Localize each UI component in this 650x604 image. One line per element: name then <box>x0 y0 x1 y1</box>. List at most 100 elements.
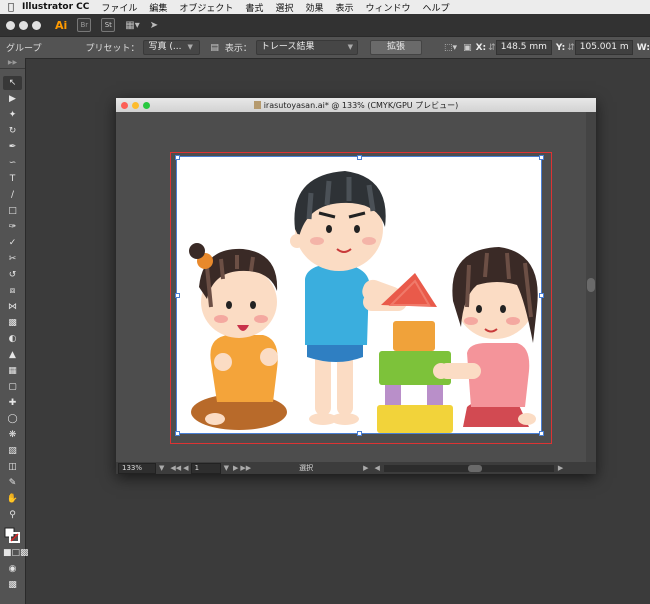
bridge-button[interactable]: Br <box>77 18 92 32</box>
zoom-field[interactable]: 133% <box>118 462 156 474</box>
panel-grip[interactable]: ▶▶ <box>0 58 25 69</box>
illustrator-logo: Ai <box>55 18 68 32</box>
preset-label: プリセット： <box>85 44 140 54</box>
selection-handle[interactable] <box>539 431 544 436</box>
screen-mode-icon[interactable]: ▩ <box>3 578 22 592</box>
y-stepper-icon[interactable]: ⇵ <box>567 43 575 53</box>
rectangle-tool-icon[interactable]: □ <box>3 204 22 218</box>
chevron-down-icon: ▼ <box>347 43 354 51</box>
menu-effect[interactable]: 効果 <box>305 1 323 14</box>
scroll-right-icon[interactable]: ▶ <box>558 464 563 472</box>
first-artboard-icon[interactable]: ◀◀ <box>170 464 181 472</box>
width-tool-icon[interactable]: ⋈ <box>3 300 22 314</box>
line-tool-icon[interactable]: ∕ <box>3 188 22 202</box>
lasso-tool-icon[interactable]: ↻ <box>3 124 22 138</box>
eyedropper-tool-icon[interactable]: ✚ <box>3 396 22 410</box>
shape-builder-tool-icon[interactable]: ◐ <box>3 332 22 346</box>
artboard-number-field[interactable]: 1 <box>190 462 221 474</box>
application-bar: Ai Br St ▦▾ ➤ <box>0 14 650 36</box>
selection-handle[interactable] <box>357 155 362 160</box>
reference-point-icon[interactable]: ▣ <box>463 43 472 53</box>
window-close-button[interactable] <box>6 20 15 30</box>
menu-window[interactable]: ウィンドウ <box>365 1 410 14</box>
direct-selection-tool-icon[interactable]: ▶ <box>3 92 22 106</box>
window-zoom-button[interactable] <box>32 20 41 30</box>
selection-handle[interactable] <box>175 431 180 436</box>
scrollbar-thumb[interactable] <box>467 464 482 472</box>
slice-tool-icon[interactable]: ✎ <box>3 476 22 490</box>
drawing-mode-icon[interactable]: ◉ <box>3 562 22 576</box>
y-field[interactable]: 105.001 m <box>574 40 633 55</box>
menu-view[interactable]: 表示 <box>335 1 353 14</box>
selection-handle[interactable] <box>357 431 362 436</box>
paintbrush-tool-icon[interactable]: ✑ <box>3 220 22 234</box>
menu-type[interactable]: 書式 <box>245 1 263 14</box>
blend-tool-icon[interactable]: ◯ <box>3 412 22 426</box>
type-tool-icon[interactable]: T <box>3 172 22 186</box>
control-bar: グループ プリセット： 写真 (... ▼ ▤ 表示： トレース結果 ▼ 拡張 ⬚▾… <box>0 36 650 59</box>
menu-file[interactable]: ファイル <box>101 1 137 14</box>
w-label: W: <box>636 42 650 53</box>
fill-stroke-swatch-icon[interactable] <box>3 526 22 543</box>
selection-handle[interactable] <box>539 155 544 160</box>
menu-edit[interactable]: 編集 <box>149 1 167 14</box>
next-artboard-icon[interactable]: ▶ <box>233 464 238 472</box>
children-playing-blocks-illustration[interactable] <box>177 157 541 433</box>
tools-panel: ▶▶ ↖ ▶ ✦ ↻ ✒ ∽ T ∕ □ ✑ ✓ ✂ ↺ ⧈ ⋈ ▩ ◐ ▲ ▦… <box>0 58 29 604</box>
pen-tool-icon[interactable]: ✒ <box>3 140 22 154</box>
scrollbar-thumb[interactable] <box>587 278 595 292</box>
chevron-down-icon: ▼ <box>187 43 193 51</box>
selection-handle[interactable] <box>539 293 544 298</box>
x-stepper-icon[interactable]: ⇵ <box>488 43 496 53</box>
window-minimize-button[interactable] <box>19 20 28 30</box>
preset-dropdown[interactable]: 写真 (... ▼ <box>143 40 201 55</box>
horizontal-scrollbar[interactable] <box>383 464 554 472</box>
perspective-grid-tool-icon[interactable]: ▲ <box>3 348 22 362</box>
free-transform-tool-icon[interactable]: ▩ <box>3 316 22 330</box>
align-to-selection-icon[interactable]: ⬚▾ <box>444 43 457 53</box>
gpu-performance-icon[interactable]: ➤ <box>150 20 158 31</box>
expand-button[interactable]: 拡張 <box>370 40 423 55</box>
artboard-tool-icon[interactable]: ◫ <box>3 460 22 474</box>
rotate-tool-icon[interactable]: ↺ <box>3 268 22 282</box>
apple-icon[interactable]:  <box>0 2 22 13</box>
arrange-documents-icon[interactable]: ▦▾ <box>125 20 139 31</box>
symbol-sprayer-tool-icon[interactable]: ❋ <box>3 428 22 442</box>
scale-tool-icon[interactable]: ⧈ <box>3 284 22 298</box>
eraser-tool-icon[interactable]: ✂ <box>3 252 22 266</box>
color-mode-icon[interactable]: ■□▩ <box>3 546 29 560</box>
blob-brush-tool-icon[interactable]: ✓ <box>3 236 22 250</box>
vertical-scrollbar[interactable] <box>586 112 596 462</box>
app-menu[interactable]: Illustrator CC <box>22 2 89 12</box>
trace-panel-icon[interactable]: ▤ <box>210 43 219 53</box>
view-dropdown[interactable]: トレース結果 ▼ <box>255 40 359 55</box>
selection-tool-icon[interactable]: ↖ <box>3 76 22 90</box>
document-title-bar[interactable]: irasutoyasan.ai* @ 133% (CMYK/GPU プレビュー) <box>116 98 596 112</box>
x-label: X: <box>475 42 487 53</box>
chevron-down-icon[interactable]: ▼ <box>224 464 229 472</box>
column-graph-tool-icon[interactable]: ▧ <box>3 444 22 458</box>
previous-artboard-icon[interactable]: ◀ <box>183 464 188 472</box>
x-field[interactable]: 148.5 mm <box>495 40 552 55</box>
menu-select[interactable]: 選択 <box>275 1 293 14</box>
menu-help[interactable]: ヘルプ <box>423 1 450 14</box>
preset-value: 写真 (... <box>148 42 182 52</box>
zoom-tool-icon[interactable]: ⚲ <box>3 508 22 522</box>
girl-right-figure <box>433 247 538 427</box>
mesh-tool-icon[interactable]: ▦ <box>3 364 22 378</box>
hand-tool-icon[interactable]: ✋ <box>3 492 22 506</box>
menu-object[interactable]: オブジェクト <box>179 1 233 14</box>
magic-wand-tool-icon[interactable]: ✦ <box>3 108 22 122</box>
last-artboard-icon[interactable]: ▶▶ <box>240 464 251 472</box>
y-label: Y: <box>555 42 566 53</box>
artboard[interactable] <box>176 156 542 434</box>
gradient-tool-icon[interactable]: ▢ <box>3 380 22 394</box>
status-menu-icon[interactable]: ▶ <box>363 464 368 472</box>
chevron-down-icon[interactable]: ▼ <box>159 464 164 472</box>
stock-button[interactable]: St <box>101 18 116 32</box>
selection-handle[interactable] <box>175 293 180 298</box>
curvature-tool-icon[interactable]: ∽ <box>3 156 22 170</box>
selection-handle[interactable] <box>175 155 180 160</box>
scroll-left-icon[interactable]: ◀ <box>375 464 380 472</box>
canvas-area[interactable] <box>116 112 586 462</box>
